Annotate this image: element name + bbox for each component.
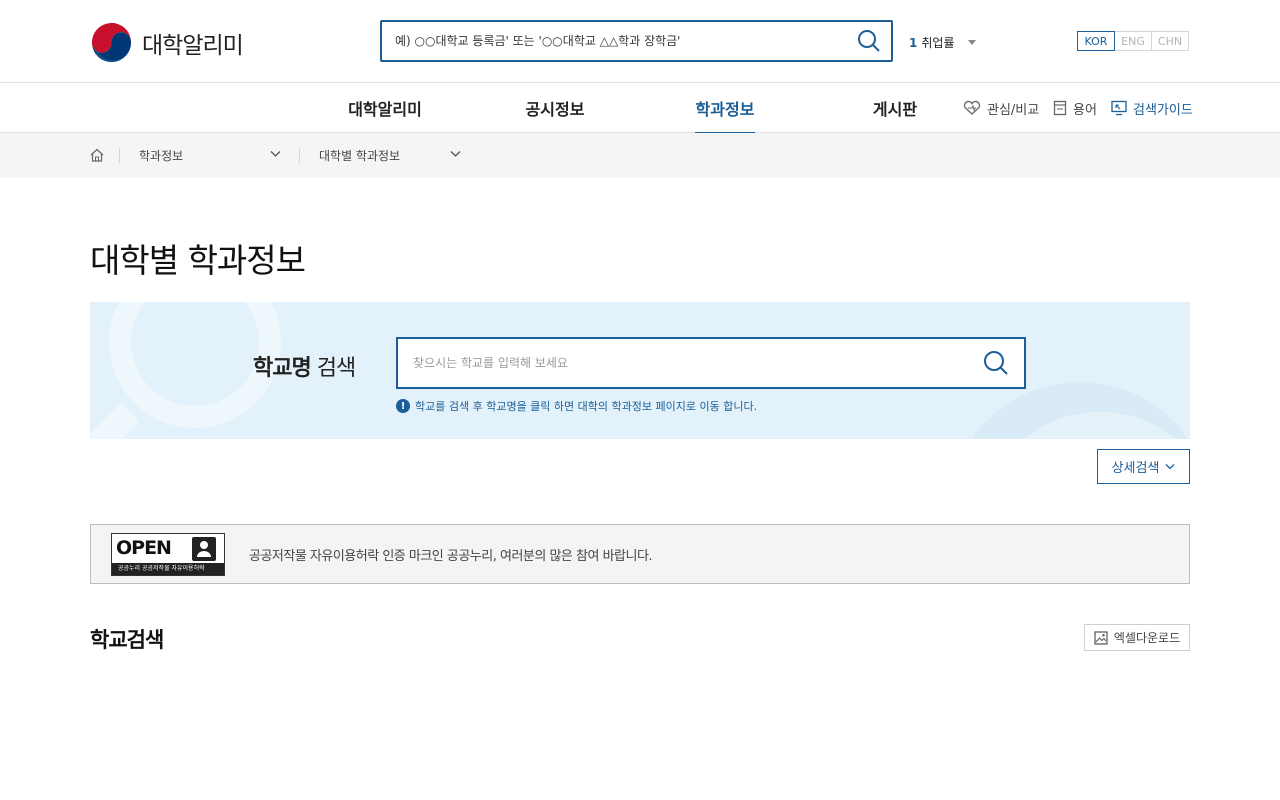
rank-keyword: 취업률 bbox=[921, 36, 955, 50]
school-search-button[interactable] bbox=[968, 340, 1024, 386]
breadcrumb: 학과정보 대학별 학과정보 bbox=[0, 133, 1280, 178]
breadcrumb-level1[interactable]: 학과정보 bbox=[139, 133, 183, 178]
search-help-note: ! 학교를 검색 후 학교명을 클릭 하면 대학의 학과정보 페이지로 이동 합… bbox=[396, 398, 757, 414]
person-icon bbox=[192, 537, 216, 561]
school-search-label: 학교명 검색 bbox=[253, 350, 356, 382]
rank-number: 1 bbox=[909, 35, 918, 50]
search-help-text: 학교를 검색 후 학교명을 클릭 하면 대학의 학과정보 페이지로 이동 합니다… bbox=[415, 400, 758, 413]
search-icon bbox=[984, 351, 1008, 375]
school-search-panel: 학교명 검색 ! 학교를 검색 후 학교명을 클릭 하면 대학의 학과정보 페이… bbox=[90, 302, 1190, 439]
lang-kor-button[interactable]: KOR bbox=[1077, 31, 1115, 51]
language-switcher: KOR ENG CHN bbox=[1077, 31, 1189, 51]
book-icon bbox=[1053, 100, 1067, 116]
nav-item-department-info[interactable]: 학과정보 bbox=[695, 83, 755, 134]
search-guide-link[interactable]: 검색가이드 bbox=[1111, 83, 1193, 133]
open-badge-word: OPEN bbox=[116, 537, 172, 559]
logo-text: 대학알리미 bbox=[142, 32, 244, 59]
favorites-compare-link[interactable]: 관심/비교 bbox=[963, 83, 1039, 133]
home-icon[interactable] bbox=[89, 147, 105, 167]
search-guide-label: 검색가이드 bbox=[1133, 102, 1193, 118]
chevron-down-icon bbox=[1165, 464, 1175, 470]
school-results-title: 학교검색 bbox=[90, 628, 164, 652]
main-navigation: 대학알리미 공시정보 학과정보 게시판 관심/비교 용어 검색가이드 bbox=[0, 83, 1280, 134]
nav-item-university-alimi[interactable]: 대학알리미 bbox=[340, 83, 430, 133]
site-header: 대학알리미 1 취업률 KOR ENG CHN bbox=[0, 0, 1280, 83]
info-icon: ! bbox=[396, 399, 410, 413]
school-search-label-bold: 학교명 bbox=[253, 356, 312, 381]
excel-download-button[interactable]: 엑셀다운로드 bbox=[1084, 624, 1190, 651]
search-icon bbox=[858, 30, 880, 52]
open-license-text: 공공저작물 자유이용허락 인증 마크인 공공누리, 여러분의 많은 참여 바랍니… bbox=[249, 549, 653, 564]
open-license-banner: OPEN 공공누리 공공저작물 자유이용허락 공공저작물 자유이용허락 인증 마… bbox=[90, 524, 1190, 584]
global-search-input[interactable] bbox=[382, 22, 847, 60]
lang-chn-button[interactable]: CHN bbox=[1151, 31, 1189, 51]
favorites-label: 관심/비교 bbox=[987, 102, 1040, 118]
breadcrumb-divider bbox=[299, 148, 300, 163]
school-search-input[interactable] bbox=[398, 339, 968, 387]
heart-icon bbox=[963, 100, 981, 115]
school-search-box bbox=[396, 337, 1026, 389]
glossary-label: 용어 bbox=[1073, 102, 1097, 118]
chevron-down-icon[interactable] bbox=[450, 150, 461, 158]
caret-down-icon bbox=[968, 40, 977, 45]
image-file-icon bbox=[1094, 630, 1108, 645]
global-search-button[interactable] bbox=[847, 22, 891, 60]
global-search-bar bbox=[380, 20, 893, 62]
lang-eng-button[interactable]: ENG bbox=[1114, 31, 1152, 51]
school-search-label-rest: 검색 bbox=[316, 356, 356, 381]
nav-item-board[interactable]: 게시판 bbox=[865, 83, 925, 133]
kogl-open-badge: OPEN 공공누리 공공저작물 자유이용허락 bbox=[111, 533, 225, 576]
excel-download-label: 엑셀다운로드 bbox=[1113, 631, 1181, 645]
breadcrumb-divider bbox=[119, 148, 120, 163]
breadcrumb-level2[interactable]: 대학별 학과정보 bbox=[319, 133, 400, 178]
detail-search-button[interactable]: 상세검색 bbox=[1097, 449, 1190, 484]
site-logo[interactable]: 대학알리미 bbox=[90, 21, 244, 64]
detail-search-label: 상세검색 bbox=[1111, 461, 1160, 476]
nav-item-disclosure[interactable]: 공시정보 bbox=[515, 83, 595, 133]
chevron-down-icon[interactable] bbox=[270, 150, 281, 158]
page-title: 대학별 학과정보 bbox=[90, 241, 306, 280]
monitor-guide-icon bbox=[1111, 100, 1127, 116]
taegeuk-logo-icon bbox=[90, 21, 133, 64]
glossary-link[interactable]: 용어 bbox=[1053, 83, 1097, 133]
popular-keyword-rank[interactable]: 1 취업률 bbox=[909, 34, 977, 51]
open-badge-strip: 공공누리 공공저작물 자유이용허락 bbox=[112, 563, 224, 575]
